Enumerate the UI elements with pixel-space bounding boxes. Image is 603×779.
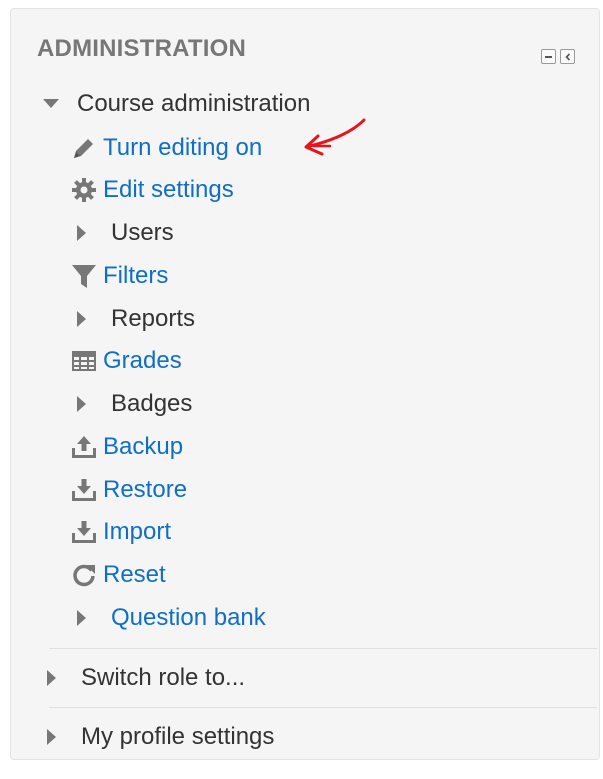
download-icon — [71, 517, 103, 547]
edit-settings-label: Edit settings — [103, 176, 234, 203]
backup-label: Backup — [103, 433, 184, 460]
import-link[interactable]: Import — [71, 517, 171, 547]
filters-label: Filters — [103, 262, 169, 289]
caret-down-icon — [43, 89, 77, 119]
block-title: ADMINISTRATION — [37, 35, 247, 62]
caret-right-icon — [77, 603, 111, 633]
divider — [49, 648, 597, 649]
switch-role-node[interactable]: Switch role to... — [47, 663, 245, 693]
badges-label: Badges — [111, 390, 193, 417]
download-icon — [71, 475, 103, 505]
course-administration-node[interactable]: Course administration — [43, 89, 310, 119]
switch-role-label: Switch role to... — [81, 664, 246, 691]
my-profile-settings-label: My profile settings — [81, 723, 275, 750]
reset-label: Reset — [103, 561, 166, 588]
refresh-icon — [71, 560, 103, 590]
users-label: Users — [111, 219, 174, 246]
import-label: Import — [103, 518, 172, 545]
grades-link[interactable]: Grades — [71, 346, 182, 376]
restore-link[interactable]: Restore — [71, 475, 187, 505]
users-node[interactable]: Users — [77, 218, 174, 248]
turn-editing-on-label: Turn editing on — [103, 134, 263, 161]
gear-icon — [71, 175, 103, 205]
annotation-arrow-icon — [296, 116, 376, 165]
pencil-icon — [71, 133, 103, 163]
reset-link[interactable]: Reset — [71, 560, 166, 590]
caret-right-icon — [77, 304, 111, 334]
caret-right-icon — [47, 722, 81, 752]
reports-label: Reports — [111, 305, 196, 332]
grades-label: Grades — [103, 347, 182, 374]
turn-editing-on-link[interactable]: Turn editing on — [71, 133, 262, 163]
upload-icon — [71, 432, 103, 462]
minus-box-icon[interactable] — [541, 49, 556, 64]
restore-label: Restore — [103, 476, 188, 503]
table-icon — [71, 346, 103, 376]
question-bank-label: Question bank — [111, 604, 266, 631]
caret-right-icon — [77, 218, 111, 248]
edit-settings-link[interactable]: Edit settings — [71, 175, 234, 205]
course-administration-label: Course administration — [77, 90, 311, 117]
filter-icon — [71, 261, 103, 291]
filters-link[interactable]: Filters — [71, 261, 168, 291]
my-profile-settings-node[interactable]: My profile settings — [47, 722, 274, 752]
backup-link[interactable]: Backup — [71, 432, 183, 462]
dock-left-icon[interactable] — [560, 49, 575, 64]
badges-node[interactable]: Badges — [77, 389, 192, 419]
divider — [49, 707, 597, 708]
question-bank-node[interactable]: Question bank — [77, 603, 266, 633]
caret-right-icon — [47, 663, 81, 693]
caret-right-icon — [77, 389, 111, 419]
reports-node[interactable]: Reports — [77, 304, 195, 334]
